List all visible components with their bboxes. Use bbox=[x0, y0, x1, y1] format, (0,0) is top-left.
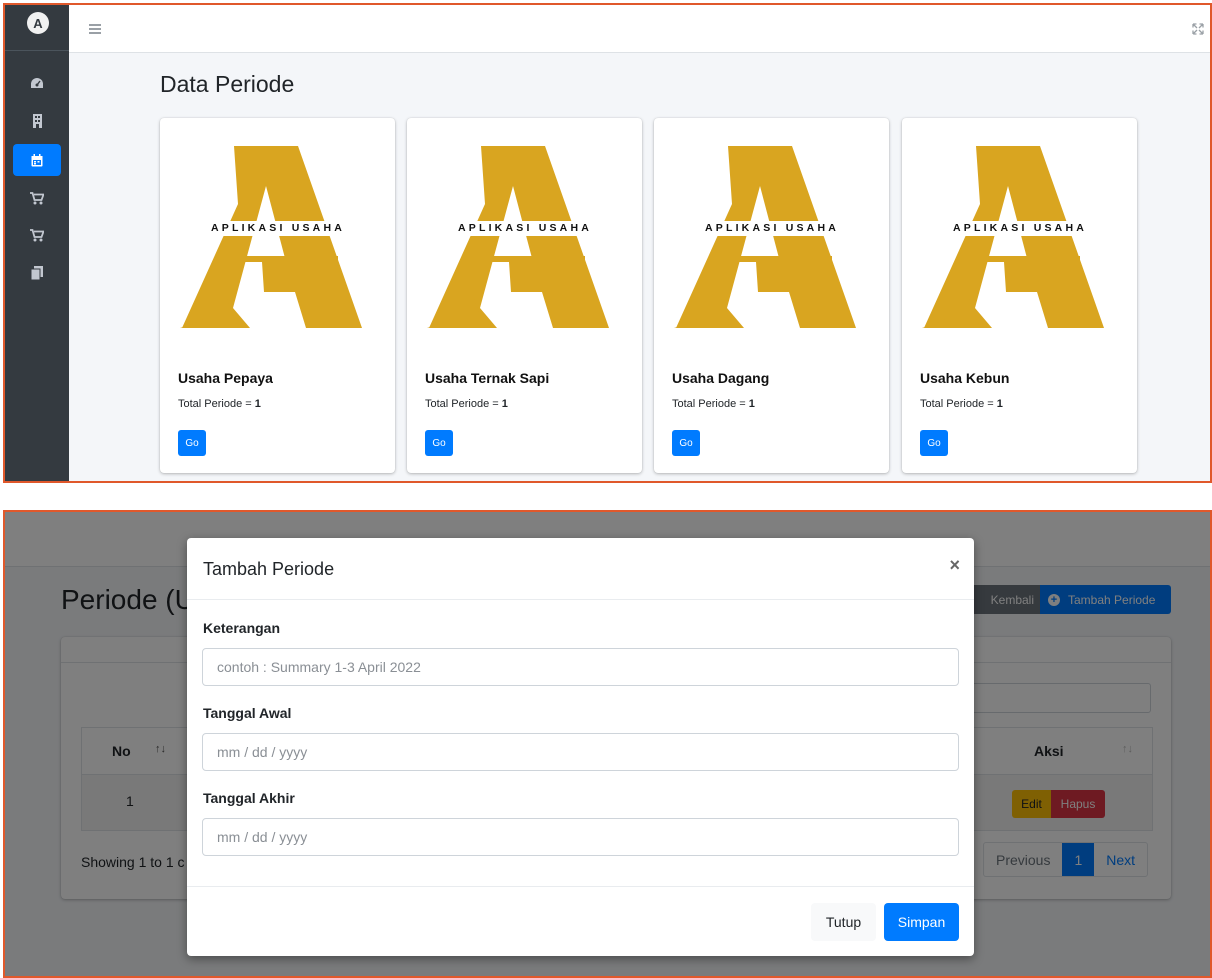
simpan-button[interactable]: Simpan bbox=[884, 903, 959, 941]
tanggal-akhir-input[interactable] bbox=[202, 818, 959, 856]
copy-icon bbox=[31, 266, 43, 280]
sidebar-divider bbox=[5, 50, 69, 51]
tanggal-awal-label: Tanggal Awal bbox=[203, 705, 292, 721]
logo-text: APLIKASI USAHA bbox=[672, 221, 872, 236]
calendar-icon bbox=[31, 153, 43, 166]
top-navbar bbox=[69, 5, 1210, 53]
close-icon[interactable]: × bbox=[949, 555, 960, 576]
card-title: Usaha Dagang bbox=[672, 370, 770, 386]
card-title: Usaha Kebun bbox=[920, 370, 1010, 386]
dashboard-icon bbox=[31, 78, 43, 88]
go-button[interactable]: Go bbox=[425, 430, 453, 456]
sidebar-item-cart-2[interactable] bbox=[13, 219, 61, 251]
cart-icon bbox=[30, 191, 44, 204]
sidebar-item-cart-1[interactable] bbox=[13, 182, 61, 214]
brand-logo[interactable]: A bbox=[27, 12, 49, 34]
logo-text: APLIKASI USAHA bbox=[178, 221, 378, 236]
modal-title: Tambah Periode bbox=[203, 559, 335, 579]
fullscreen-icon[interactable] bbox=[1192, 23, 1204, 35]
go-button[interactable]: Go bbox=[920, 430, 948, 456]
go-button[interactable]: Go bbox=[672, 430, 700, 456]
keterangan-label: Keterangan bbox=[203, 620, 281, 636]
page-title: Data Periode bbox=[160, 71, 295, 97]
hamburger-menu-icon[interactable] bbox=[89, 24, 101, 34]
aplikasi-usaha-logo: APLIKASI USAHA bbox=[672, 146, 872, 334]
total-periode: Total Periode = 1 bbox=[920, 398, 1003, 410]
tanggal-akhir-label: Tanggal Akhir bbox=[203, 790, 295, 806]
cart-icon bbox=[30, 228, 44, 241]
logo-text: APLIKASI USAHA bbox=[920, 221, 1120, 236]
sidebar-item-reports[interactable] bbox=[13, 257, 61, 289]
modal-footer: Tutup Simpan bbox=[187, 886, 974, 956]
tambah-periode-modal: Tambah Periode × Keterangan Tanggal Awal… bbox=[187, 538, 974, 956]
building-icon bbox=[32, 114, 42, 128]
periode-screen: Periode (U Kembali + Tambah Periode No ↑… bbox=[3, 510, 1212, 978]
usaha-card-2: APLIKASI USAHA Usaha Ternak Sapi Total P… bbox=[407, 118, 642, 473]
keterangan-input[interactable] bbox=[202, 648, 959, 686]
usaha-card-1: APLIKASI USAHA Usaha Pepaya Total Period… bbox=[160, 118, 395, 473]
sidebar: A bbox=[5, 5, 69, 481]
tanggal-awal-input[interactable] bbox=[202, 733, 959, 771]
card-title: Usaha Pepaya bbox=[178, 370, 273, 386]
usaha-card-4: APLIKASI USAHA Usaha Kebun Total Periode… bbox=[902, 118, 1137, 473]
sidebar-item-dashboard[interactable] bbox=[13, 67, 61, 99]
card-title: Usaha Ternak Sapi bbox=[425, 370, 550, 386]
aplikasi-usaha-logo: APLIKASI USAHA bbox=[425, 146, 625, 334]
total-periode: Total Periode = 1 bbox=[672, 398, 755, 410]
total-periode: Total Periode = 1 bbox=[178, 398, 261, 410]
logo-text: APLIKASI USAHA bbox=[425, 221, 625, 236]
aplikasi-usaha-logo: APLIKASI USAHA bbox=[920, 146, 1120, 334]
total-periode: Total Periode = 1 bbox=[425, 398, 508, 410]
modal-header: Tambah Periode × bbox=[187, 538, 974, 600]
go-button[interactable]: Go bbox=[178, 430, 206, 456]
data-periode-screen: A Data Periode APLIKASI USAHA Usaha Pepa… bbox=[3, 3, 1212, 483]
aplikasi-usaha-logo: APLIKASI USAHA bbox=[178, 146, 378, 334]
sidebar-item-periode[interactable] bbox=[13, 144, 61, 176]
tutup-button[interactable]: Tutup bbox=[811, 903, 876, 941]
usaha-card-3: APLIKASI USAHA Usaha Dagang Total Period… bbox=[654, 118, 889, 473]
sidebar-item-building[interactable] bbox=[13, 105, 61, 137]
